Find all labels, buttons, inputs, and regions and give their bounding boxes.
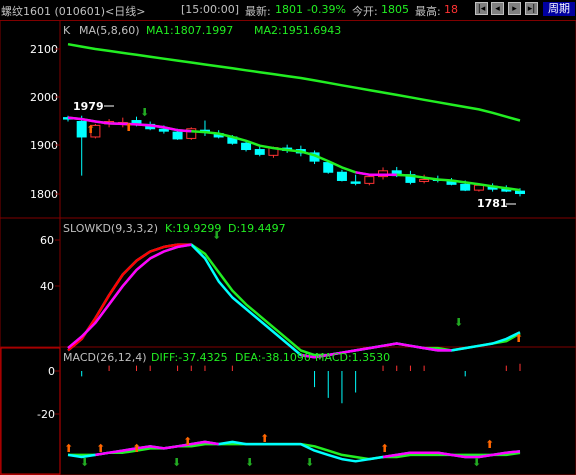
buy-arrow-icon: ⬆ [485,438,494,451]
high-label: 最高: [415,5,441,18]
candle-body [254,149,265,155]
candle-body [364,176,375,184]
sell-arrow-icon: ⬇ [140,106,149,119]
macd-dea-value: DEA:-38.1090 [235,351,311,364]
time-display: [15:00:00] [181,3,239,16]
macd-macd-value: MACD:1.3530 [315,351,390,364]
next-icon[interactable]: ▸ [508,2,521,15]
macd-label: MACD(26,12,4) [63,351,147,364]
price-tick: 1800 [30,188,58,201]
sell-arrow-icon: ⬇ [80,456,89,469]
kd-d-line-segment [67,243,192,350]
price-k-label: K [63,24,71,37]
buy-arrow-icon: ⬆ [380,442,389,455]
candle-body [336,171,347,181]
buy-arrow-icon: ⬆ [132,442,141,455]
kd-tick: 40 [40,280,54,293]
chart-canvas[interactable]: K MA(5,8,60) MA1:1807.1997 MA2:1951.6943… [0,20,576,475]
ma-slow-line [67,42,521,122]
instrument-title: 螺纹1601 (010601)<日线> [1,5,146,18]
candle-body [460,183,471,191]
candle-body [350,181,361,184]
candle-body [515,190,525,195]
chart-frame [0,20,576,475]
low-annotation: 1781 [477,197,508,210]
open-label: 今开: [352,5,378,18]
latest-label: 最新: [245,5,271,18]
ma-fast-line [67,116,521,192]
macd-tick: -20 [37,408,55,421]
period-button[interactable]: 周期 [543,2,575,16]
buy-arrow-icon: ⬆ [86,123,95,136]
high-price: 18 [444,3,458,16]
change-percent: -0.39% [307,3,346,16]
candle-body [241,142,252,151]
macd-diff-line-segment [95,440,219,457]
buy-arrow-icon: ⬆ [64,442,73,455]
price-ma-label: MA(5,8,60) [79,24,140,37]
price-ma1-value: MA1:1807.1997 [146,24,233,37]
sell-arrow-icon: ⬇ [172,456,181,469]
kd-k-line-segment [67,243,192,352]
candle-body [323,162,334,173]
first-icon[interactable]: |◂ [475,2,488,15]
kd-label: SLOWKD(9,3,3,2) [63,222,158,235]
price-panel: ⬆ ⬆ ⬇ [63,42,525,205]
buy-arrow-icon: ⬆ [260,432,269,445]
buy-arrow-icon: ⬆ [514,332,523,345]
kd-tick: 60 [40,234,54,247]
candle-body [158,128,169,132]
candle-body [419,179,430,182]
macd-tick: 0 [48,365,55,378]
open-price: 1805 [381,3,409,16]
app-window: 螺纹1601 (010601)<日线> [15:00:00] 最新: 1801 … [0,0,576,475]
candle-body [473,184,484,191]
price-ma2-value: MA2:1951.6943 [254,24,341,37]
buy-arrow-icon: ⬆ [183,435,192,448]
buy-arrow-icon: ⬆ [124,121,133,134]
title-bar: 螺纹1601 (010601)<日线> [15:00:00] 最新: 1801 … [0,0,576,21]
kd-panel: ⬇ ⬇ ⬆ [67,229,523,359]
latest-price: 1801 [275,3,303,16]
buy-arrow-icon: ⬆ [96,442,105,455]
sell-arrow-icon: ⬇ [245,456,254,469]
sell-arrow-icon: ⬇ [472,456,481,469]
sell-arrow-icon: ⬇ [212,229,221,242]
ma-fast-line-segment [355,171,397,176]
kd-d-value: D:19.4497 [228,222,286,235]
price-tick: 2000 [30,91,58,104]
price-tick: 2100 [30,43,58,56]
last-icon[interactable]: ▸| [525,2,538,15]
sell-arrow-icon: ⬇ [305,456,314,469]
candle-body [172,131,183,140]
candle-body [76,121,87,138]
macd-diff-value: DIFF:-37.4325 [151,351,228,364]
prev-icon[interactable]: ◂ [491,2,504,15]
sell-arrow-icon: ⬇ [454,316,463,329]
macd-panel: ⬆ ⬆⬇⬆⬇⬆⬇⬆⬇⬆⬇⬆ [64,363,521,469]
high-annotation: 1979 [73,100,104,113]
price-tick: 1900 [30,139,58,152]
